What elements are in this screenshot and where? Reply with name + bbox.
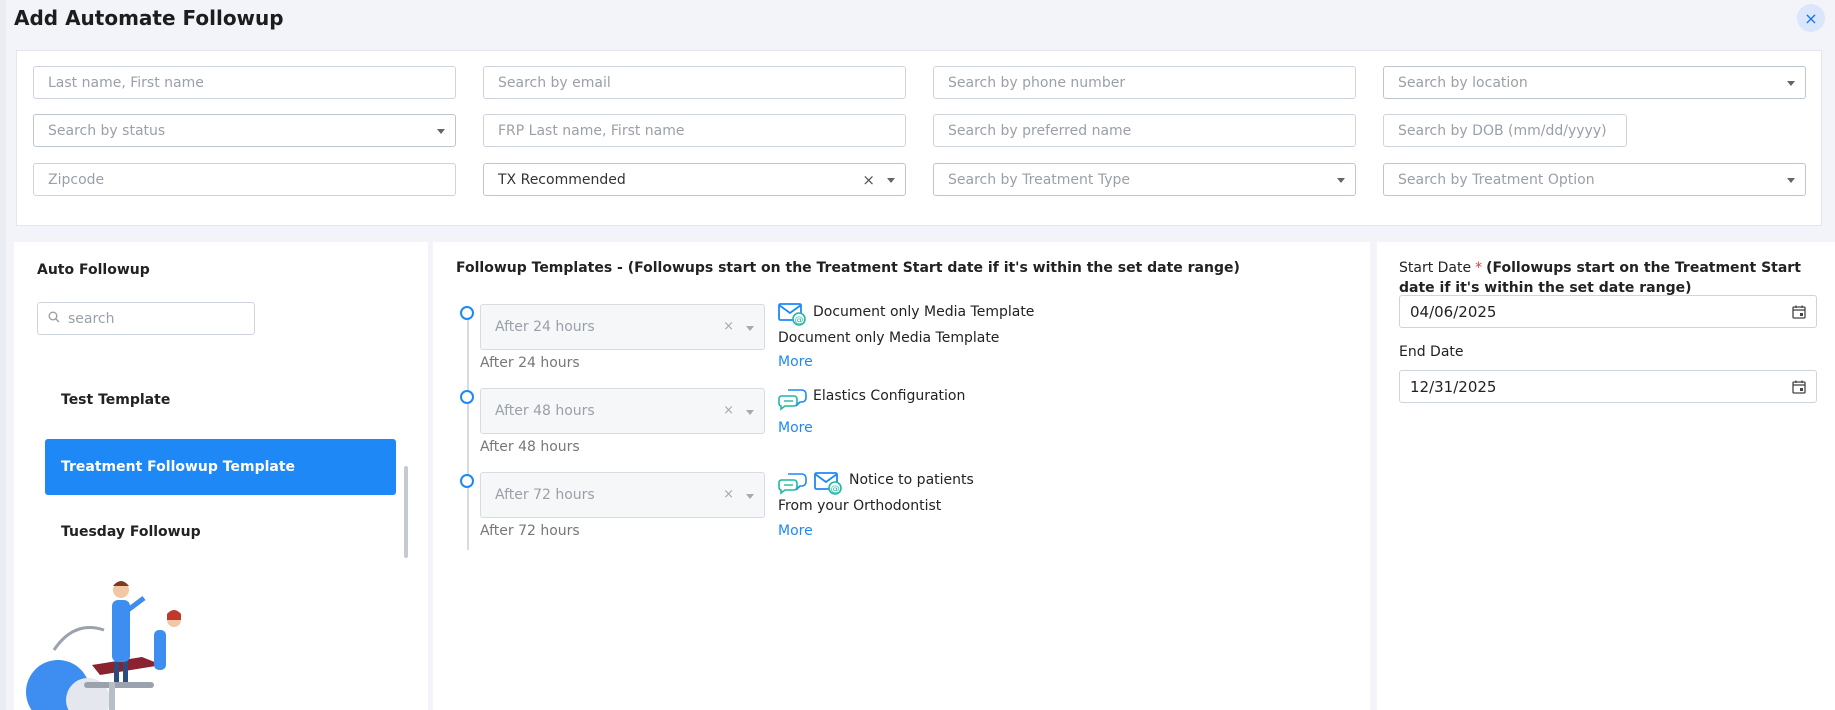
delay-value: After 24 hours <box>495 319 595 335</box>
chevron-down-icon <box>746 494 754 499</box>
chevron-down-icon <box>1787 178 1795 183</box>
tx-status-value: TX Recommended <box>498 171 626 188</box>
template-list-scrollbar[interactable] <box>404 466 408 558</box>
delay-select[interactable]: After 24 hours × <box>480 304 765 350</box>
close-button[interactable]: × <box>1797 4 1825 32</box>
clear-icon[interactable]: × <box>862 171 875 189</box>
end-date-input[interactable]: 12/31/2025 <box>1399 370 1817 403</box>
start-date-input[interactable]: 04/06/2025 <box>1399 295 1817 328</box>
status-select-label: Search by status <box>48 122 166 139</box>
email-icon: @ <box>778 303 806 326</box>
end-date-value: 12/31/2025 <box>1410 377 1497 396</box>
channel-icons: @ <box>778 302 806 326</box>
treatment-type-select[interactable]: Search by Treatment Type <box>933 163 1356 196</box>
template-search-input[interactable]: search <box>37 302 255 335</box>
chevron-down-icon <box>887 178 895 183</box>
search-icon <box>48 311 60 326</box>
calendar-icon[interactable] <box>1792 380 1806 394</box>
template-description: From your Orthodontist <box>778 498 942 514</box>
start-date-text: Start Date <box>1399 260 1472 276</box>
template-item[interactable]: Tuesday Followup <box>45 504 396 560</box>
svg-text:@: @ <box>831 485 840 495</box>
name-search-input[interactable]: Last name, First name <box>33 66 456 99</box>
delay-value: After 48 hours <box>495 403 595 419</box>
search-placeholder: search <box>68 310 115 327</box>
start-date-value: 04/06/2025 <box>1410 302 1497 321</box>
timeline-dot <box>460 306 474 320</box>
delay-label: After 24 hours <box>480 355 580 371</box>
channel-icons <box>778 387 808 411</box>
template-description: Document only Media Template <box>778 330 1000 346</box>
template-name: Document only Media Template <box>813 304 1035 320</box>
template-name: Elastics Configuration <box>813 388 966 404</box>
sms-icon <box>778 473 807 495</box>
delay-select[interactable]: After 72 hours × <box>480 472 765 518</box>
location-select-label: Search by location <box>1398 74 1528 91</box>
start-date-label: Start Date * (Followups start on the Treat… <box>1399 258 1817 298</box>
delay-select[interactable]: After 48 hours × <box>480 388 765 434</box>
chevron-down-icon <box>1337 178 1345 183</box>
date-range-panel: Start Date * (Followups start on the Treat… <box>1377 242 1835 710</box>
more-link[interactable]: More <box>778 420 813 436</box>
timeline-dot <box>460 474 474 488</box>
end-date-label: End Date <box>1399 344 1464 360</box>
email-icon: @ <box>814 472 842 495</box>
delay-value: After 72 hours <box>495 487 595 503</box>
template-item-active[interactable]: Treatment Followup Template <box>45 439 396 495</box>
more-link[interactable]: More <box>778 523 813 539</box>
template-label: Test Template <box>61 392 171 408</box>
close-icon: × <box>1804 8 1818 28</box>
phone-search-input[interactable]: Search by phone number <box>933 66 1356 99</box>
timeline-line <box>467 310 469 550</box>
status-select[interactable]: Search by status <box>33 114 456 147</box>
zipcode-input[interactable]: Zipcode <box>33 163 456 196</box>
template-name: Notice to patients <box>849 472 974 488</box>
calendar-icon[interactable] <box>1792 305 1806 319</box>
treatment-type-label: Search by Treatment Type <box>948 171 1131 188</box>
chevron-down-icon <box>746 326 754 331</box>
clear-icon[interactable]: × <box>723 487 734 502</box>
chevron-down-icon <box>746 410 754 415</box>
email-search-input[interactable]: Search by email <box>483 66 906 99</box>
treatment-option-select[interactable]: Search by Treatment Option <box>1383 163 1806 196</box>
preferred-name-search-input[interactable]: Search by preferred name <box>933 114 1356 147</box>
followup-templates-heading: Followup Templates - (Followups start on… <box>456 260 1240 276</box>
add-followup-modal: Add Automate Followup × Last name, First… <box>6 0 1835 710</box>
auto-followup-heading: Auto Followup <box>37 262 150 278</box>
timeline-dot <box>460 390 474 404</box>
followup-templates-panel: Followup Templates - (Followups start on… <box>433 242 1370 710</box>
template-label: Treatment Followup Template <box>61 459 296 475</box>
template-item[interactable]: Test Template <box>45 372 396 428</box>
filter-panel: Last name, First name Search by email Se… <box>16 50 1822 226</box>
more-link[interactable]: More <box>778 354 813 370</box>
channel-icons: @ <box>778 471 842 495</box>
dob-search-input[interactable]: Search by DOB (mm/dd/yyyy) <box>1383 114 1627 147</box>
chevron-down-icon <box>1787 81 1795 86</box>
modal-title: Add Automate Followup <box>14 6 284 30</box>
dentist-illustration <box>26 581 181 710</box>
template-label: Tuesday Followup <box>61 524 201 540</box>
required-mark: * <box>1475 260 1483 276</box>
clear-icon[interactable]: × <box>723 403 734 418</box>
delay-label: After 48 hours <box>480 439 580 455</box>
clear-icon[interactable]: × <box>723 319 734 334</box>
svg-text:@: @ <box>795 316 804 326</box>
chevron-down-icon <box>437 129 445 134</box>
frp-name-search-input[interactable]: FRP Last name, First name <box>483 114 906 147</box>
sms-icon <box>778 389 807 411</box>
treatment-option-label: Search by Treatment Option <box>1398 171 1595 188</box>
location-select[interactable]: Search by location <box>1383 66 1806 99</box>
delay-label: After 72 hours <box>480 523 580 539</box>
tx-status-select[interactable]: TX Recommended × <box>483 163 906 196</box>
